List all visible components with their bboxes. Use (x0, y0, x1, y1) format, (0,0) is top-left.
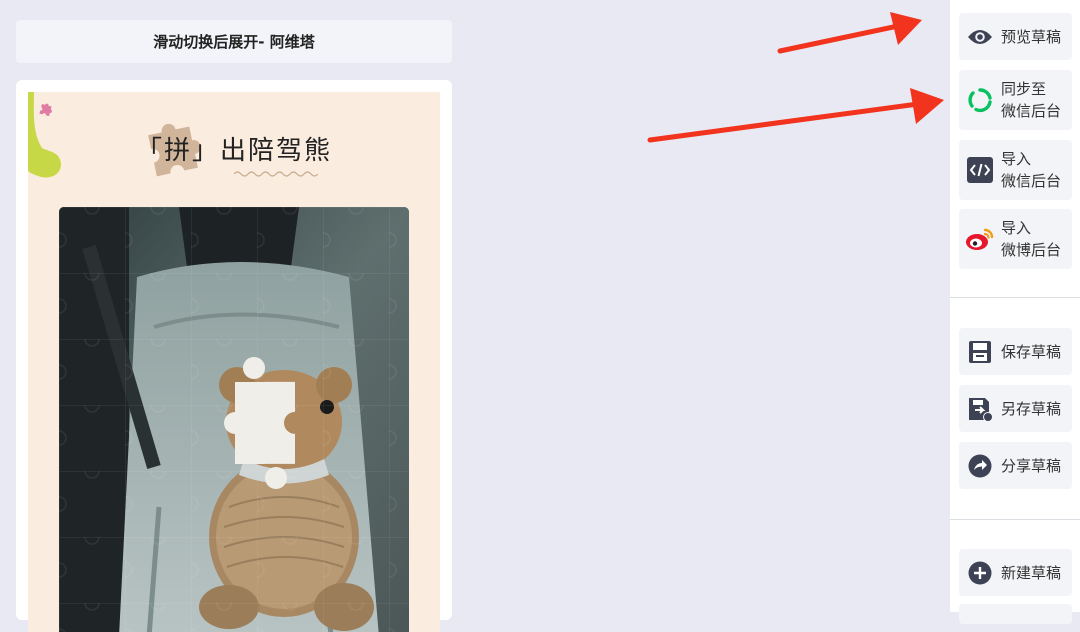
action-sidebar: 预览草稿 同步至 微信后台 导入 微信后台 导入 微博后台 保存草稿 另存草稿 … (950, 0, 1080, 624)
import-weibo-button[interactable]: 导入 微博后台 (959, 209, 1072, 269)
weibo-icon (965, 224, 995, 254)
article-canvas: 「拼」出陪驾熊 (28, 92, 440, 632)
sidebar-divider (950, 519, 1080, 520)
save-as-draft-button[interactable]: 另存草稿 (959, 385, 1072, 432)
import-wechat-label-line2: 微信后台 (1001, 172, 1062, 190)
wechat-sync-icon (965, 85, 995, 115)
sync-label-line2: 微信后台 (1001, 102, 1062, 120)
preview-draft-button[interactable]: 预览草稿 (959, 13, 1072, 60)
plus-circle-icon (965, 558, 995, 588)
import-weibo-label-line2: 微博后台 (1001, 241, 1062, 259)
article-headline: 「拼」出陪驾熊 (135, 136, 332, 166)
next-sidebar-button[interactable] (959, 604, 1072, 624)
save-as-icon (965, 394, 995, 424)
floppy-icon (965, 337, 995, 367)
share-draft-label: 分享草稿 (1001, 456, 1062, 475)
share-icon (965, 451, 995, 481)
photo-illustration (59, 207, 409, 632)
sync-label-line1: 同步至 (1001, 80, 1047, 98)
import-wechat-label-line1: 导入 (1001, 150, 1032, 168)
save-draft-button[interactable]: 保存草稿 (959, 328, 1072, 375)
article-photo-teddy-bear-in-car-seat[interactable] (59, 207, 409, 632)
new-draft-label: 新建草稿 (1001, 563, 1062, 582)
import-wechat-button[interactable]: 导入 微信后台 (959, 140, 1072, 200)
code-icon (965, 155, 995, 185)
document-title-bar[interactable]: 滑动切换后展开- 阿维塔 (16, 20, 452, 63)
share-draft-button[interactable]: 分享草稿 (959, 442, 1072, 489)
new-draft-button[interactable]: 新建草稿 (959, 549, 1072, 596)
eye-icon (965, 22, 995, 52)
save-as-draft-label: 另存草稿 (1001, 399, 1062, 418)
save-draft-label: 保存草稿 (1001, 342, 1062, 361)
sidebar-divider (950, 297, 1080, 298)
preview-draft-label: 预览草稿 (1001, 27, 1062, 46)
red-arrow-to-preview (777, 12, 922, 54)
headline-wave-underline (234, 171, 318, 177)
document-title: 滑动切换后展开- 阿维塔 (153, 33, 315, 51)
import-weibo-label-line1: 导入 (1001, 219, 1032, 237)
small-pink-puzzle-icon (39, 103, 52, 117)
sync-to-wechat-button[interactable]: 同步至 微信后台 (959, 70, 1072, 130)
article-preview-card: 「拼」出陪驾熊 (16, 80, 452, 632)
red-arrow-to-sync (647, 88, 944, 143)
